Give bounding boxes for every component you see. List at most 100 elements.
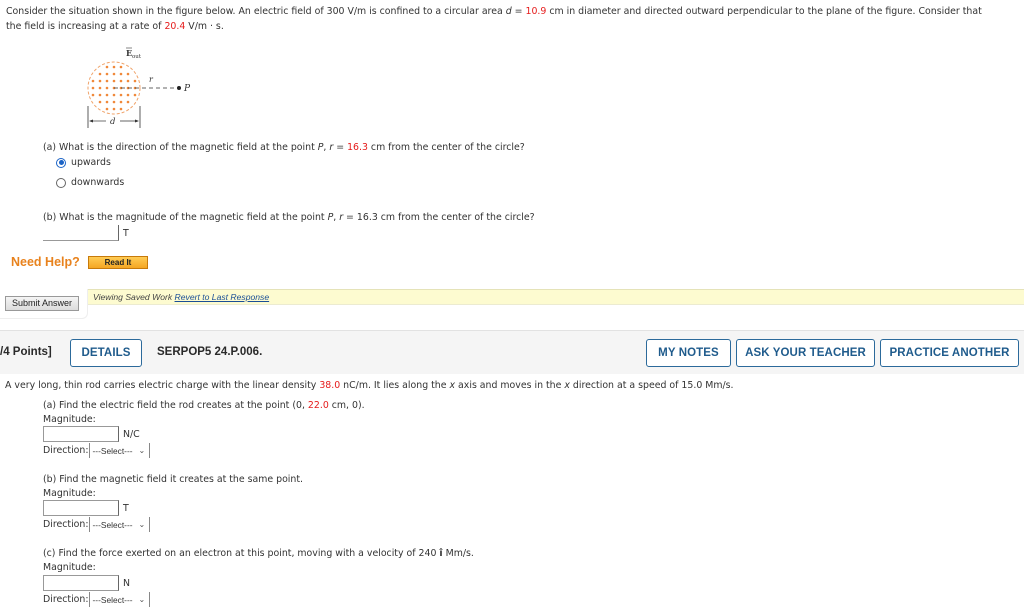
field-dot (119, 100, 123, 104)
d-label: d (110, 117, 116, 127)
intro-text: nC/m. It lies along the (340, 380, 450, 391)
field-dot (91, 86, 95, 90)
select-value: ---Select--- (92, 445, 133, 456)
magnitude-label: Magnitude: (43, 488, 96, 499)
p2a-answer-row: N/C (43, 426, 140, 442)
radio-downwards[interactable] (56, 177, 66, 188)
intro-text: axis and moves in the (455, 380, 565, 391)
r-value: 16.3 (356, 212, 378, 223)
electric-field-direction-select[interactable]: ---Select--- ⌄ (88, 443, 151, 458)
e-subscript: out (132, 54, 142, 60)
field-dot (105, 65, 109, 69)
field-dot (119, 65, 123, 69)
p2a-direction-row: Direction: ---Select--- ⌄ (43, 443, 151, 458)
chevron-down-icon: ⌄ (138, 446, 146, 455)
field-dot (119, 107, 123, 111)
points-label: /4 Points] (0, 346, 52, 358)
part-b-question: (b) What is the magnitude of the magneti… (43, 212, 535, 223)
field-dot (112, 107, 116, 111)
field-dot (112, 72, 116, 76)
field-dot (119, 93, 123, 97)
p2-part-b-question: (b) Find the magnetic field it creates a… (43, 474, 304, 485)
rate-value: 20.4 (164, 21, 186, 32)
field-dot (112, 79, 116, 83)
y-value: 22.0 (307, 400, 329, 411)
p2-part-a-question: (a) Find the electric field the rod crea… (43, 400, 365, 412)
unit-label: T (123, 502, 129, 514)
intro-text: cm in diameter and directed outward perp… (546, 6, 982, 17)
need-help-label: Need Help? (11, 255, 80, 269)
field-dot (105, 100, 109, 104)
saved-work-text: Viewing Saved Work (93, 292, 175, 302)
select-value: ---Select--- (92, 519, 133, 530)
unit-label: N/C (123, 428, 140, 440)
question-text: (a) What is the direction of the magneti… (43, 142, 318, 153)
force-direction-select[interactable]: ---Select--- ⌄ (88, 592, 151, 607)
problem-id: SERPOP5 24.P.006. (157, 346, 263, 358)
problem-1-intro: Consider the situation shown in the figu… (6, 4, 1016, 34)
ask-your-teacher-button[interactable]: ASK YOUR TEACHER (736, 339, 875, 367)
r-label: r (149, 75, 154, 84)
field-dot (112, 93, 116, 97)
field-dot (133, 79, 137, 83)
direction-label: Direction: (43, 594, 89, 605)
field-dot (98, 72, 102, 76)
details-button[interactable]: DETAILS (70, 339, 142, 367)
magnetic-field-direction-select[interactable]: ---Select--- ⌄ (88, 517, 151, 532)
field-dot (98, 79, 102, 83)
equals: = (343, 212, 357, 223)
question-text: cm from the center of the circle? (377, 212, 535, 223)
question-text: Mm/s. (442, 548, 474, 559)
part-b-answer-row: T (43, 225, 129, 241)
field-dot (91, 93, 95, 97)
practice-another-button[interactable]: PRACTICE ANOTHER (880, 339, 1019, 367)
my-notes-button[interactable]: MY NOTES (646, 339, 731, 367)
option-upwards[interactable]: upwards (56, 157, 111, 168)
field-dot (112, 65, 116, 69)
field-dot (105, 72, 109, 76)
intro-text: Consider the situation shown in the figu… (6, 6, 506, 17)
saved-work-banner: Viewing Saved Work Revert to Last Respon… (88, 289, 1024, 305)
field-dot (119, 79, 123, 83)
p2b-answer-row: T (43, 500, 129, 516)
question-text: (c) Find the force exerted on an electro… (43, 548, 440, 559)
intro-text: direction at a speed of 15.0 Mm/s. (569, 380, 734, 391)
force-magnitude-input[interactable] (43, 575, 119, 591)
equals: = (333, 142, 348, 153)
point-p-label: P (183, 84, 191, 94)
revert-link[interactable]: Revert to Last Response (175, 292, 270, 302)
field-dot (126, 100, 130, 104)
electric-field-magnitude-input[interactable] (43, 426, 119, 442)
option-downwards[interactable]: downwards (56, 177, 124, 188)
intro-text: V/m · s. (185, 21, 224, 32)
magnetic-field-input[interactable] (43, 500, 119, 516)
point-p-marker (177, 86, 181, 90)
field-dot (98, 93, 102, 97)
unit-label: N (123, 577, 131, 589)
p2c-direction-row: Direction: ---Select--- ⌄ (43, 592, 151, 607)
field-dot (98, 86, 102, 90)
circular-field-figure: P r E out d (87, 47, 191, 128)
question-text: cm, 0). (328, 400, 365, 411)
direction-label: Direction: (43, 445, 89, 456)
option-label: downwards (71, 177, 125, 188)
problem-2-intro: A very long, thin rod carries electric c… (5, 380, 734, 392)
part-a-question: (a) What is the direction of the magneti… (43, 142, 525, 153)
read-it-button[interactable]: Read It (88, 256, 148, 269)
field-dot (98, 100, 102, 104)
option-label: upwards (71, 157, 111, 168)
question-text: cm from the center of the circle? (367, 142, 525, 153)
diameter-value: 10.9 (525, 6, 547, 17)
magnetic-field-magnitude-input[interactable] (43, 225, 119, 241)
submit-answer-button[interactable]: Submit Answer (5, 296, 79, 311)
field-dot (112, 100, 116, 104)
field-dot (126, 93, 130, 97)
intro-text: the field is increasing at a rate of (6, 21, 165, 32)
radio-upwards[interactable] (56, 157, 66, 168)
chevron-down-icon: ⌄ (138, 520, 146, 529)
field-dot (105, 79, 109, 83)
e-out-label: E out (126, 47, 142, 60)
field-dot (91, 79, 95, 83)
density-value: 38.0 (319, 380, 341, 391)
equals: = (511, 6, 526, 17)
